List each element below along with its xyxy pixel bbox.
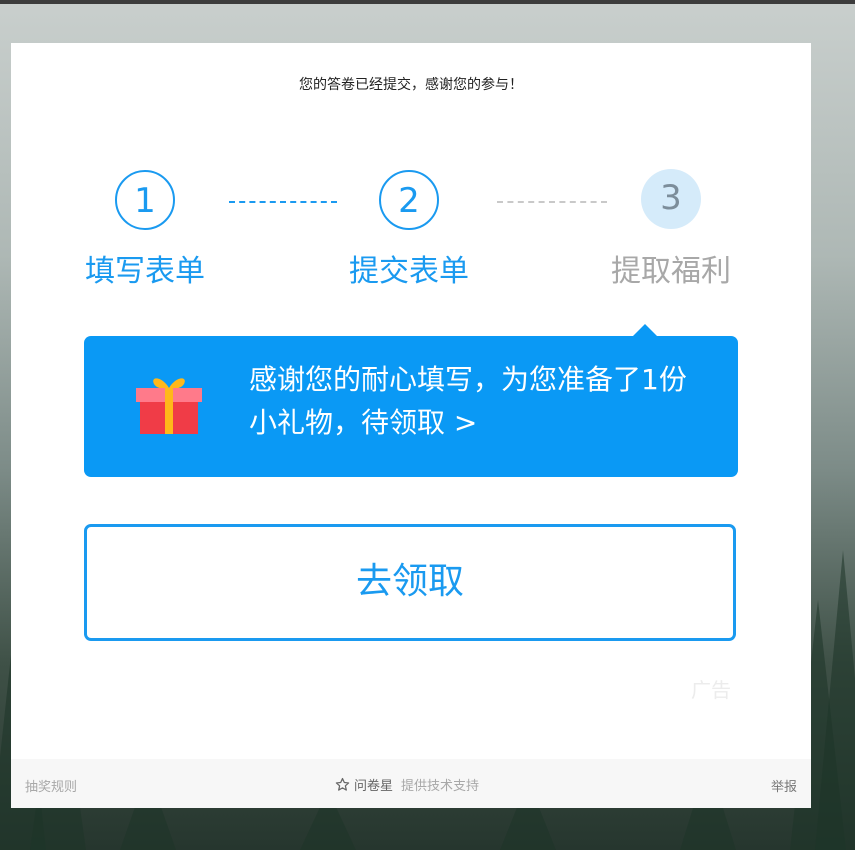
step-connector-2 (497, 201, 607, 203)
browser-top-bar (0, 0, 855, 4)
promo-pointer (633, 324, 657, 336)
gift-promo-banner[interactable]: 感谢您的耐心填写，为您准备了1份小礼物，待领取 > (84, 336, 738, 477)
result-card: 您的答卷已经提交，感谢您的参与！ 1 2 3 填写表单 提交表单 提取福利 感谢… (11, 43, 811, 808)
gift-icon (136, 378, 202, 434)
step-connector-1 (229, 201, 337, 203)
tech-support-text: 提供技术支持 (401, 779, 480, 794)
report-link[interactable]: 举报 (771, 776, 797, 795)
step-3-circle: 3 (641, 169, 701, 229)
step-2-label: 提交表单 (349, 254, 469, 289)
step-3-label: 提取福利 (611, 254, 731, 289)
step-2-circle: 2 (379, 170, 439, 230)
claim-button[interactable]: 去领取 (84, 524, 736, 641)
promo-text: 感谢您的耐心填写，为您准备了1份小礼物，待领取 > (249, 363, 687, 439)
brand-name: 问卷星 (354, 779, 394, 794)
footer: 抽奖规则 问卷星 提供技术支持 举报 (11, 759, 811, 808)
submission-thanks-text: 您的答卷已经提交，感谢您的参与！ (299, 77, 523, 93)
lottery-rules-link[interactable]: 抽奖规则 (25, 776, 77, 795)
star-outline-icon (335, 777, 350, 791)
brand-credit[interactable]: 问卷星 提供技术支持 (335, 775, 479, 794)
ad-label: 广告 (691, 678, 731, 702)
step-1-circle: 1 (115, 170, 175, 230)
step-1-label: 填写表单 (85, 254, 205, 289)
